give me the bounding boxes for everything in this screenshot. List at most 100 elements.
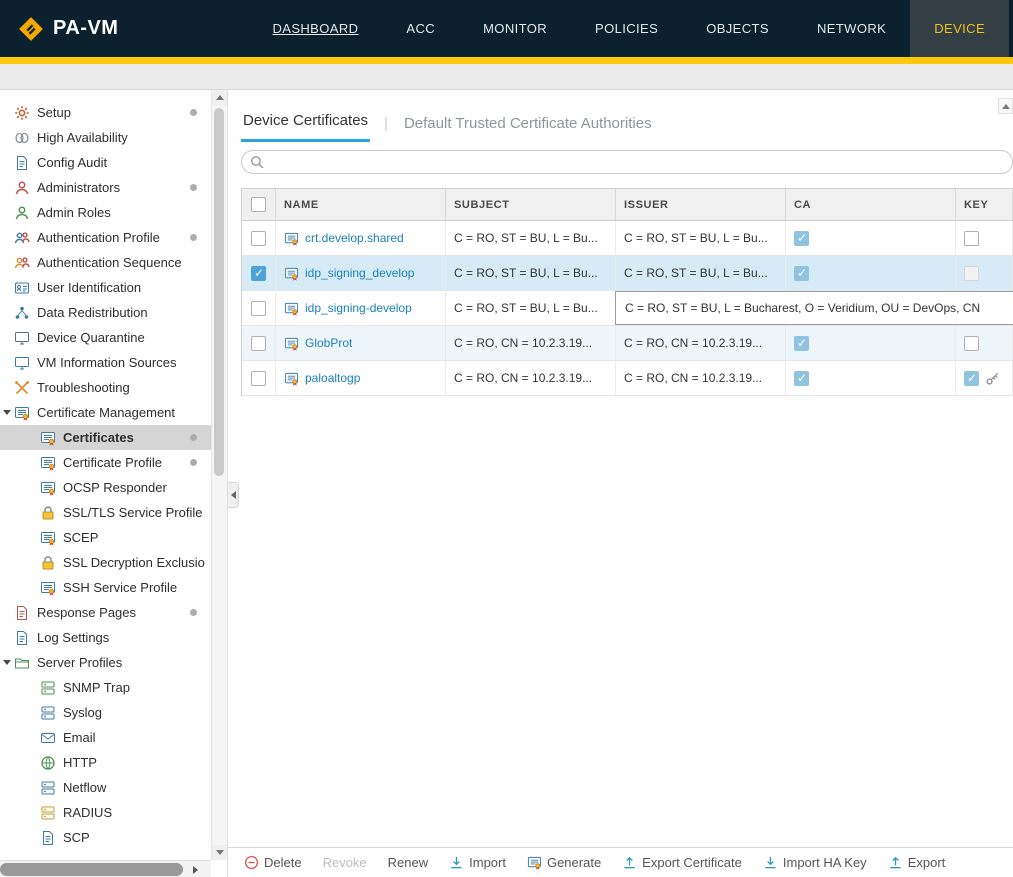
main-scroll-up-arrow[interactable] — [998, 98, 1013, 114]
sidebar-item-device-quarantine[interactable]: Device Quarantine — [0, 325, 211, 350]
export-certificate-button[interactable]: Export Certificate — [622, 855, 742, 870]
delete-icon — [244, 855, 259, 870]
brand-name: PA-VM — [53, 17, 118, 40]
column-header-issuer[interactable]: ISSUER — [616, 189, 786, 220]
sidebar-item-ssl-decryption-exclusion[interactable]: SSL Decryption Exclusio — [0, 550, 211, 575]
certificate-name-link[interactable]: idp_signing_develop — [305, 266, 414, 280]
certificate-name-link[interactable]: crt.develop.shared — [305, 231, 404, 245]
certificate-name-link[interactable]: GlobProt — [305, 336, 352, 350]
key-checkbox — [964, 231, 979, 246]
sidebar-item-data-redistribution[interactable]: Data Redistribution — [0, 300, 211, 325]
row-select-checkbox[interactable] — [251, 301, 266, 316]
changes-dot — [190, 184, 197, 191]
sidebar-item-ssl-tls-service-profile[interactable]: SSL/TLS Service Profile — [0, 500, 211, 525]
ca-checkbox — [794, 371, 809, 386]
column-header-subject[interactable]: SUBJECT — [446, 189, 616, 220]
sidebar-tree: Setup High Availability Config Audit Adm… — [0, 100, 211, 860]
certificate-icon — [40, 480, 56, 496]
table-row[interactable]: idp_signing_develop C = RO, ST = BU, L =… — [242, 256, 1013, 291]
sidebar-item-label: Certificate Management — [37, 405, 175, 420]
select-all-checkbox[interactable] — [251, 197, 266, 212]
sidebar-item-netflow[interactable]: Netflow — [0, 775, 211, 800]
nav-monitor[interactable]: MONITOR — [459, 0, 571, 57]
sidebar-vertical-scrollbar-thumb[interactable] — [214, 108, 224, 476]
sidebar-item-admin-roles[interactable]: Admin Roles — [0, 200, 211, 225]
sidebar-item-syslog[interactable]: Syslog — [0, 700, 211, 725]
table-row[interactable]: crt.develop.shared C = RO, ST = BU, L = … — [242, 221, 1013, 256]
sidebar-item-ssh-service-profile[interactable]: SSH Service Profile — [0, 575, 211, 600]
sidebar-item-http[interactable]: HTTP — [0, 750, 211, 775]
row-select-checkbox[interactable] — [251, 231, 266, 246]
changes-dot — [190, 609, 197, 616]
sidebar-collapse-handle[interactable] — [228, 482, 239, 508]
sidebar-item-label: Email — [63, 730, 96, 745]
table-row[interactable]: GlobProt C = RO, CN = 10.2.3.19... C = R… — [242, 326, 1013, 361]
sidebar-item-log-settings[interactable]: Log Settings — [0, 625, 211, 650]
search-input[interactable] — [241, 150, 1013, 174]
sidebar-item-label: Device Quarantine — [37, 330, 145, 345]
bottom-toolbar: Delete Revoke Renew Import Generate Expo… — [228, 847, 1013, 877]
row-select-checkbox[interactable] — [251, 336, 266, 351]
sidebar-item-snmp-trap[interactable]: SNMP Trap — [0, 675, 211, 700]
sidebar-item-response-pages[interactable]: Response Pages — [0, 600, 211, 625]
table-row[interactable]: idp_signing-develop C = RO, ST = BU, L =… — [242, 291, 1013, 326]
changes-dot — [190, 109, 197, 116]
scroll-up-arrow-icon[interactable] — [212, 90, 227, 105]
scroll-right-arrow-icon[interactable] — [187, 863, 203, 876]
delete-button[interactable]: Delete — [244, 855, 302, 870]
sidebar-item-server-profiles[interactable]: Server Profiles — [0, 650, 211, 675]
scroll-down-arrow-icon[interactable] — [212, 845, 227, 860]
tab-device-certificates[interactable]: Device Certificates — [241, 112, 370, 142]
table-header-row: NAME SUBJECT ISSUER CA KEY — [242, 189, 1013, 221]
sidebar-item-authentication-sequence[interactable]: Authentication Sequence — [0, 250, 211, 275]
import-button[interactable]: Import — [449, 855, 506, 870]
sidebar-item-radius[interactable]: RADIUS — [0, 800, 211, 825]
sidebar-item-config-audit[interactable]: Config Audit — [0, 150, 211, 175]
sidebar-item-certificate-management[interactable]: Certificate Management — [0, 400, 211, 425]
nav-network[interactable]: NETWORK — [793, 0, 910, 57]
sidebar-item-scp[interactable]: SCP — [0, 825, 211, 850]
changes-dot — [190, 434, 197, 441]
nav-acc[interactable]: ACC — [382, 0, 459, 57]
nav-dashboard[interactable]: DASHBOARD — [248, 0, 382, 57]
table-row[interactable]: paloaltogp C = RO, CN = 10.2.3.19... C =… — [242, 361, 1013, 396]
sidebar-item-label: SNMP Trap — [63, 680, 130, 695]
row-select-checkbox[interactable] — [251, 266, 266, 281]
export-button[interactable]: Export — [888, 855, 946, 870]
sidebar-item-high-availability[interactable]: High Availability — [0, 125, 211, 150]
certificate-name-link[interactable]: paloaltogp — [305, 371, 360, 385]
tab-default-trusted-certificate-authorities[interactable]: Default Trusted Certificate Authorities — [402, 115, 654, 142]
column-header-ca[interactable]: CA — [786, 189, 956, 220]
import-ha-key-button[interactable]: Import HA Key — [763, 855, 867, 870]
row-select-checkbox[interactable] — [251, 371, 266, 386]
sidebar-horizontal-scrollbar[interactable] — [0, 860, 211, 877]
nav-policies[interactable]: POLICIES — [571, 0, 682, 57]
sidebar-item-ocsp-responder[interactable]: OCSP Responder — [0, 475, 211, 500]
certificate-name-link[interactable]: idp_signing-develop — [305, 301, 412, 315]
tab-separator: | — [384, 115, 388, 142]
generate-button[interactable]: Generate — [527, 855, 601, 870]
sidebar-item-scep[interactable]: SCEP — [0, 525, 211, 550]
revoke-button[interactable]: Revoke — [323, 855, 367, 870]
sidebar-horizontal-scrollbar-thumb[interactable] — [0, 863, 183, 876]
changes-dot — [190, 234, 197, 241]
column-header-name[interactable]: NAME — [276, 189, 446, 220]
nav-objects[interactable]: OBJECTS — [682, 0, 793, 57]
sidebar-item-administrators[interactable]: Administrators — [0, 175, 211, 200]
sidebar-item-user-identification[interactable]: User Identification — [0, 275, 211, 300]
sidebar-item-email[interactable]: Email — [0, 725, 211, 750]
sidebar-item-label: VM Information Sources — [37, 355, 176, 370]
sidebar-item-certificates[interactable]: Certificates — [0, 425, 211, 450]
expand-caret-icon[interactable] — [3, 410, 11, 415]
sidebar-item-setup[interactable]: Setup — [0, 100, 211, 125]
sidebar-item-certificate-profile[interactable]: Certificate Profile — [0, 450, 211, 475]
sidebar-item-troubleshooting[interactable]: Troubleshooting — [0, 375, 211, 400]
issuer-cell: C = RO, ST = BU, L = Bu... — [616, 256, 786, 290]
column-header-key[interactable]: KEY — [956, 189, 1013, 220]
sidebar-item-authentication-profile[interactable]: Authentication Profile — [0, 225, 211, 250]
sidebar-vertical-scrollbar[interactable] — [211, 90, 227, 860]
nav-device[interactable]: DEVICE — [910, 0, 1009, 57]
expand-caret-icon[interactable] — [3, 660, 11, 665]
renew-button[interactable]: Renew — [388, 855, 428, 870]
sidebar-item-vm-information-sources[interactable]: VM Information Sources — [0, 350, 211, 375]
